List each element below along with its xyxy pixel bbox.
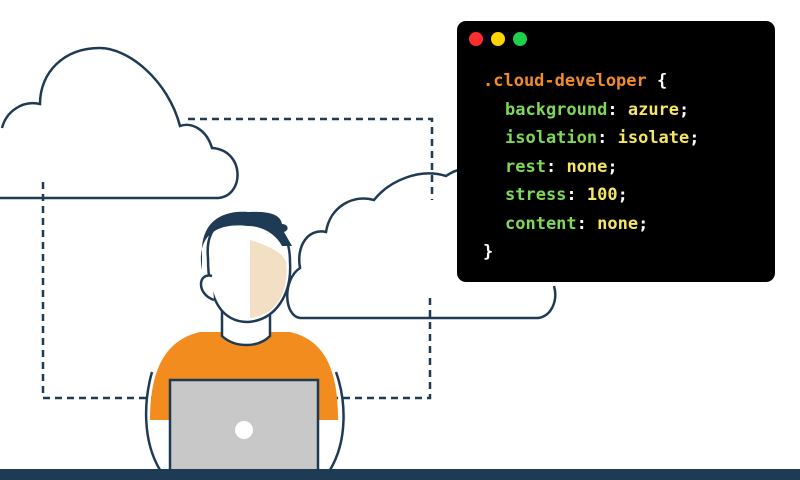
css-property: stress <box>505 185 567 205</box>
css-property: background <box>505 99 608 120</box>
css-value: azure <box>627 99 680 120</box>
code-line-selector: .cloud-developer { <box>483 67 700 96</box>
ear <box>199 274 215 302</box>
css-property: isolation <box>505 128 598 148</box>
illustration-scene: .cloud-developer { background: azure; isol… <box>0 0 800 480</box>
dashed-frame-back <box>188 117 434 200</box>
css-value: none <box>597 213 639 234</box>
code-line-declaration: stress: 100; <box>505 185 628 205</box>
window-controls <box>469 32 527 46</box>
open-brace: { <box>657 71 668 91</box>
floor-bar <box>0 469 800 480</box>
css-selector: .cloud-developer <box>483 71 647 91</box>
green-dot-icon[interactable] <box>513 32 527 46</box>
css-property: rest <box>505 156 546 177</box>
css-value: isolate <box>617 128 690 148</box>
css-value: none <box>566 156 608 177</box>
red-dot-icon[interactable] <box>469 32 483 46</box>
laptop-logo-icon <box>235 421 253 439</box>
css-value: 100 <box>586 185 618 205</box>
code-line-declaration: content: none; <box>505 213 649 234</box>
code-line-declaration: rest: none; <box>505 156 618 177</box>
css-property: content <box>505 213 577 234</box>
code-line-declaration: background: azure; <box>505 99 690 120</box>
close-brace: } <box>483 242 494 262</box>
code-line-declaration: isolation: isolate; <box>505 128 700 148</box>
code-window: .cloud-developer { background: azure; isol… <box>457 21 775 282</box>
cloud-left <box>0 46 239 200</box>
css-code-block: .cloud-developer { background: azure; isol… <box>483 67 700 267</box>
code-line-close: } <box>483 238 700 267</box>
yellow-dot-icon[interactable] <box>491 32 505 46</box>
